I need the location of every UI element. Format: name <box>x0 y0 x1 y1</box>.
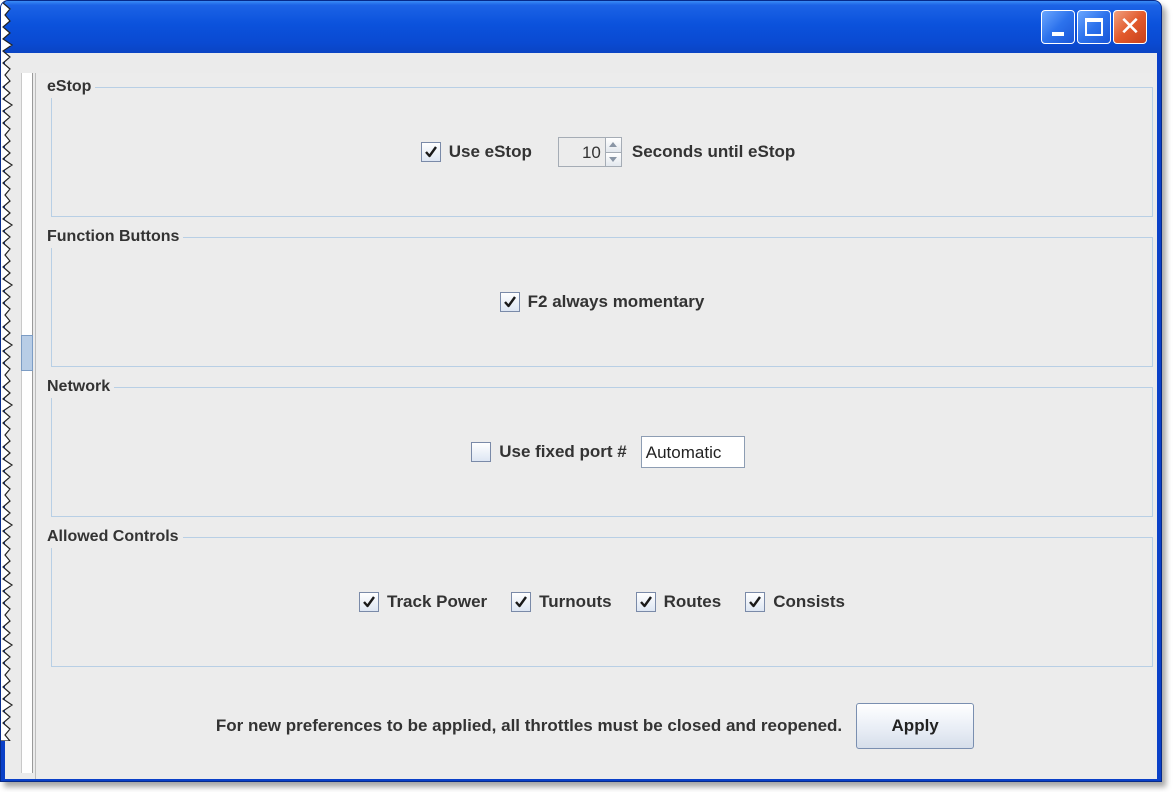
routes-checkbox[interactable]: Routes <box>635 592 722 612</box>
checkmark-icon <box>424 146 437 158</box>
close-icon: ✕ <box>1119 12 1141 42</box>
estop-seconds-spinner[interactable]: 10 <box>557 137 622 167</box>
spinner-down-button[interactable] <box>605 152 622 167</box>
turnouts-label: Turnouts <box>539 592 612 611</box>
fixed-port-label: Use fixed port # <box>499 442 627 461</box>
preferences-window: ✕ eStop Use eStop 10 Seconds until eStop… <box>0 0 1162 782</box>
maximize-button[interactable] <box>1077 10 1111 44</box>
consists-checkbox-box[interactable] <box>745 592 766 612</box>
client-area: eStop Use eStop 10 Seconds until eStop F… <box>5 53 1157 779</box>
f2-momentary-checkbox[interactable]: F2 always momentary <box>499 292 705 312</box>
track-power-checkbox[interactable]: Track Power <box>359 592 487 612</box>
port-number-field[interactable]: Automatic <box>640 436 745 468</box>
allowed-controls-group: Allowed Controls Track Power Turnouts Ro… <box>47 526 1153 667</box>
fixed-port-checkbox[interactable]: Use fixed port # <box>471 442 627 462</box>
function-buttons-group: Function Buttons F2 always momentary <box>47 226 1153 367</box>
track-power-label: Track Power <box>387 592 488 611</box>
checkmark-icon <box>503 296 516 308</box>
estop-seconds-field[interactable]: 10 <box>557 137 606 167</box>
f2-momentary-checkbox-box[interactable] <box>499 292 520 312</box>
footer-row: For new preferences to be applied, all t… <box>36 701 1154 751</box>
preferences-panel: eStop Use eStop 10 Seconds until eStop F… <box>35 73 1153 779</box>
chevron-down-icon <box>609 156 618 162</box>
turnouts-checkbox[interactable]: Turnouts <box>511 592 612 612</box>
chevron-up-icon <box>609 142 618 148</box>
minimize-icon <box>1052 32 1064 36</box>
routes-label: Routes <box>663 592 722 611</box>
consists-checkbox[interactable]: Consists <box>745 592 845 612</box>
seconds-until-estop-label: Seconds until eStop <box>631 142 796 161</box>
fixed-port-checkbox-box[interactable] <box>471 442 492 462</box>
track-power-checkbox-box[interactable] <box>359 592 379 612</box>
spinner-up-button[interactable] <box>605 137 622 153</box>
left-scroll-thumb[interactable] <box>21 335 33 371</box>
f2-momentary-label: F2 always momentary <box>527 292 705 311</box>
turnouts-checkbox-box[interactable] <box>511 592 532 612</box>
use-estop-checkbox[interactable]: Use eStop <box>420 142 532 162</box>
checkmark-icon <box>639 596 652 608</box>
left-scroll-strip[interactable] <box>21 73 33 773</box>
apply-notice: For new preferences to be applied, all t… <box>215 716 843 735</box>
apply-button[interactable]: Apply <box>856 703 975 749</box>
maximize-icon <box>1085 18 1103 36</box>
minimize-button[interactable] <box>1041 10 1075 44</box>
title-bar[interactable]: ✕ <box>1 1 1161 53</box>
checkmark-icon <box>749 596 762 608</box>
use-estop-checkbox-box[interactable] <box>420 142 441 162</box>
consists-label: Consists <box>773 592 845 611</box>
network-group: Network Use fixed port # Automatic <box>47 376 1153 517</box>
close-button[interactable]: ✕ <box>1113 10 1147 44</box>
checkmark-icon <box>363 596 375 608</box>
checkmark-icon <box>515 596 528 608</box>
estop-group: eStop Use eStop 10 Seconds until eStop <box>47 76 1153 217</box>
routes-checkbox-box[interactable] <box>635 592 656 612</box>
use-estop-label: Use eStop <box>448 142 532 161</box>
